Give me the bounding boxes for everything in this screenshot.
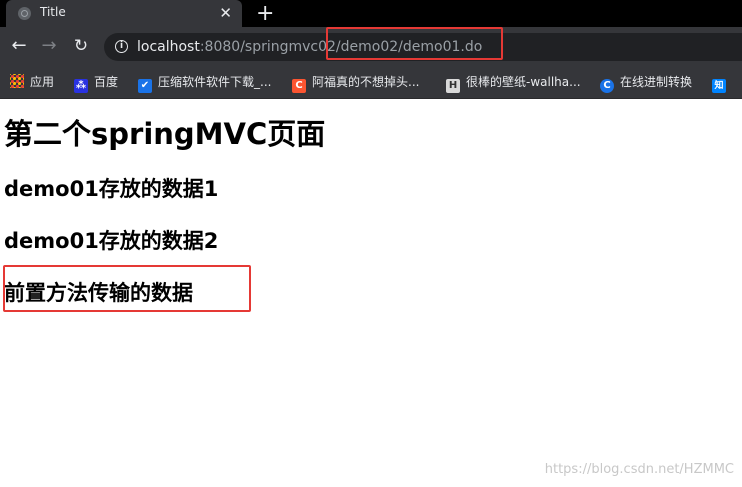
bookmark-wallhaven[interactable]: H 很棒的壁纸-wallha... bbox=[446, 74, 581, 93]
bookmark-label: 在线进制转换 bbox=[620, 75, 693, 89]
zhihu-icon: 知 bbox=[712, 79, 726, 93]
bookmark-compress-software[interactable]: ✔ 压缩软件软件下载_... bbox=[138, 74, 272, 93]
converter-c-icon: C bbox=[600, 79, 614, 93]
bookmark-label: 百度 bbox=[94, 75, 119, 89]
tab-strip: Title ✕ + bbox=[0, 0, 742, 27]
page-heading: 第二个springMVC页面 bbox=[4, 117, 326, 151]
browser-toolbar: ← → ↻ i localhost:8080/springmvc02/demo0… bbox=[0, 27, 742, 67]
csdn-c-icon: C bbox=[292, 79, 306, 93]
bookmark-label: 应用 bbox=[30, 75, 55, 89]
info-icon[interactable]: i bbox=[115, 40, 128, 53]
bookmark-baidu[interactable]: ⁂ 百度 bbox=[74, 74, 119, 93]
tab-title: Title bbox=[40, 5, 66, 19]
data-line-2: demo01存放的数据2 bbox=[4, 229, 219, 253]
page-content: 第二个springMVC页面 demo01存放的数据1 demo01存放的数据2… bbox=[0, 99, 742, 487]
wallhaven-icon: H bbox=[446, 79, 460, 93]
bookmark-label: 阿福真的不想掉头... bbox=[312, 75, 420, 89]
data-line-3: 前置方法传输的数据 bbox=[4, 281, 193, 305]
bookmark-zhihu[interactable]: 知 bbox=[712, 74, 732, 93]
bookmark-apps[interactable]: 应用 bbox=[10, 74, 54, 90]
bookmark-label: 很棒的壁纸-wallha... bbox=[466, 75, 581, 89]
browser-tab[interactable]: Title ✕ bbox=[6, 0, 242, 27]
url-host: localhost bbox=[137, 39, 200, 55]
bookmarks-bar: 应用 ⁂ 百度 ✔ 压缩软件软件下载_... C 阿福真的不想掉头... H 很棒的壁纸… bbox=[0, 67, 742, 99]
baidu-paw-icon: ⁂ bbox=[74, 79, 88, 93]
bookmark-converter[interactable]: C 在线进制转换 bbox=[600, 74, 693, 93]
reload-icon[interactable]: ↻ bbox=[70, 35, 92, 57]
back-arrow-icon[interactable]: ← bbox=[8, 35, 30, 57]
watermark: https://blog.csdn.net/HZMMC bbox=[544, 462, 734, 477]
forward-arrow-icon[interactable]: → bbox=[38, 35, 60, 57]
data-line-1: demo01存放的数据1 bbox=[4, 177, 219, 201]
apps-grid-icon bbox=[10, 74, 24, 88]
new-tab-icon[interactable]: + bbox=[256, 0, 274, 27]
bookmark-label: 压缩软件软件下载_... bbox=[158, 75, 272, 89]
close-icon[interactable]: ✕ bbox=[219, 3, 232, 23]
url-path: :8080/springmvc02/demo02/demo01.do bbox=[199, 39, 483, 55]
bookmark-csdn-blog[interactable]: C 阿福真的不想掉头... bbox=[292, 74, 420, 93]
address-bar[interactable]: i localhost:8080/springmvc02/demo02/demo… bbox=[104, 33, 742, 61]
compress-software-icon: ✔ bbox=[138, 79, 152, 93]
url-text[interactable]: localhost:8080/springmvc02/demo02/demo01… bbox=[137, 39, 482, 55]
globe-icon bbox=[18, 7, 31, 20]
